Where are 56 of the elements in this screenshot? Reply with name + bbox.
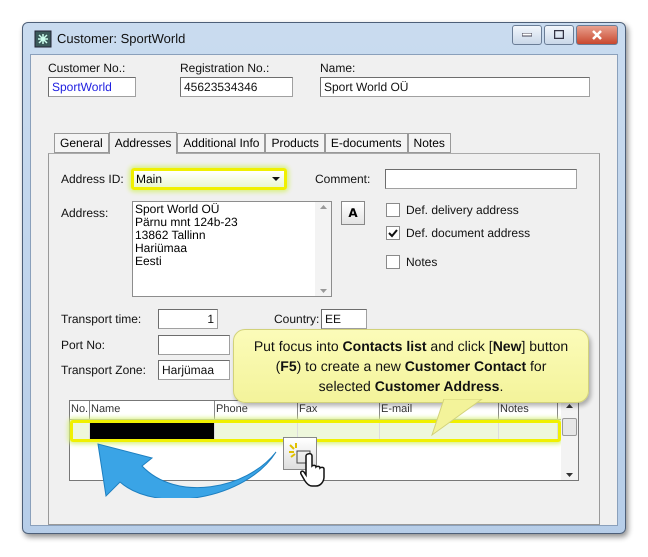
column-header[interactable]: No.	[71, 403, 88, 415]
close-button[interactable]	[576, 24, 618, 44]
app-icon	[34, 30, 52, 48]
minimize-button[interactable]	[512, 24, 542, 44]
checkbox[interactable]	[386, 255, 400, 269]
scroll-thumb[interactable]	[562, 418, 577, 436]
column-header[interactable]: E-mail	[381, 403, 412, 415]
text-field[interactable]: 1	[158, 309, 218, 329]
tab[interactable]: Addresses	[108, 132, 178, 154]
minimize-icon	[522, 32, 532, 36]
callout-text: Put focus into Contacts list and click [New] button (F5) to create a new Customer Contact for selected Customer Address.	[233, 329, 589, 403]
field-label: Comment:	[315, 172, 372, 186]
checkbox-label: Def. delivery address	[406, 203, 519, 217]
field-label: Port No:	[61, 338, 106, 352]
maximize-button[interactable]	[544, 24, 574, 44]
checkbox-label: Def. document address	[406, 226, 530, 240]
text-field[interactable]: SportWorld	[48, 77, 136, 97]
field-label: Country:	[274, 312, 320, 326]
checkbox[interactable]	[386, 226, 400, 240]
field-label: Registration No.:	[180, 61, 270, 75]
scroll-down-icon[interactable]	[566, 473, 573, 477]
tab[interactable]: E-documents	[324, 133, 408, 153]
dropdown-arrow-icon	[272, 177, 280, 181]
field-label: Address ID:	[61, 172, 125, 186]
contact-row[interactable]	[70, 420, 561, 442]
address-line: Pärnu mnt 124b-23	[135, 216, 239, 229]
text-field[interactable]: Sport World OÜ	[320, 77, 590, 97]
tab[interactable]: Additional Info	[177, 133, 266, 153]
address-line: Eesti	[135, 255, 163, 268]
maximize-icon	[554, 30, 564, 39]
font-button[interactable]: A	[341, 201, 365, 225]
tab[interactable]: Notes	[408, 133, 451, 153]
text-field[interactable]: 45623534346	[180, 77, 293, 97]
field-label: Transport Zone:	[61, 363, 147, 377]
tab[interactable]: Products	[265, 133, 325, 153]
window-title: Customer: SportWorld	[57, 31, 186, 46]
address-line: 13862 Tallinn	[135, 229, 207, 242]
field-label: Customer No.:	[48, 61, 126, 75]
field-label: Name:	[320, 61, 356, 75]
checkbox[interactable]	[386, 203, 400, 217]
column-header[interactable]: Fax	[299, 403, 318, 415]
address-line: Sport World OÜ	[135, 203, 220, 216]
checkbox-label: Notes	[406, 255, 438, 269]
column-header[interactable]: Name	[91, 403, 120, 415]
close-icon	[591, 30, 603, 40]
text-field[interactable]: Harjümaa	[158, 360, 230, 380]
address-dropdown[interactable]: Main	[131, 168, 287, 190]
comment-field[interactable]	[385, 169, 577, 189]
field-label: Address:	[61, 206, 110, 220]
field-label: Transport time:	[61, 312, 142, 326]
text-field[interactable]: EE	[321, 309, 367, 329]
tab[interactable]: General	[54, 133, 109, 153]
column-header[interactable]: Phone	[216, 403, 248, 415]
address-line: Hariümaa	[135, 242, 188, 255]
column-header[interactable]: Notes	[500, 403, 529, 415]
text-field[interactable]	[158, 335, 230, 355]
